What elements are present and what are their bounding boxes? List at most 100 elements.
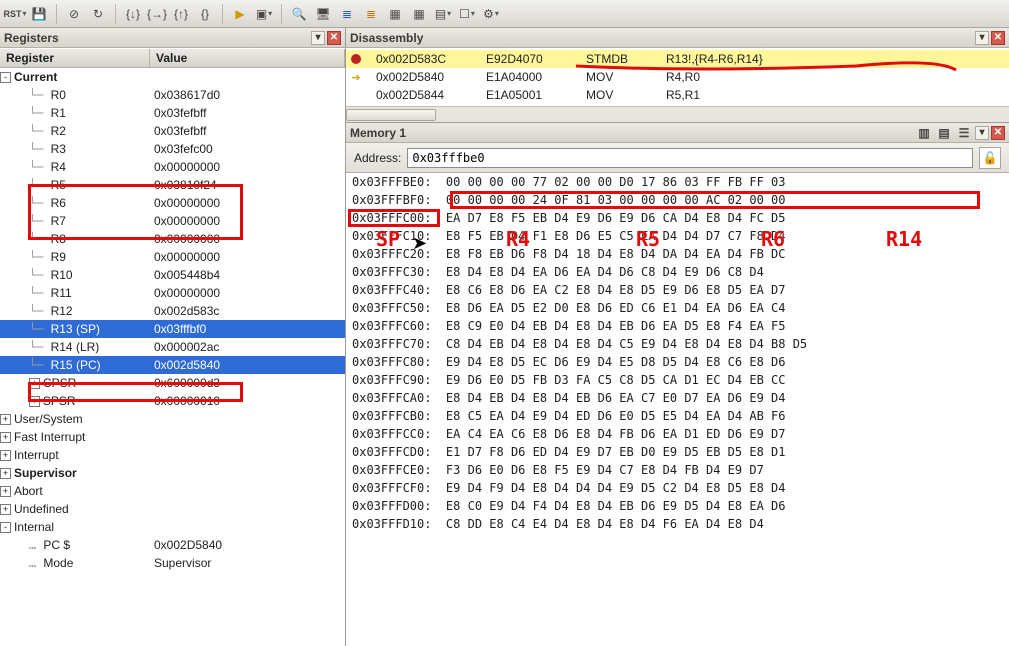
register-row[interactable]: └─ R110x00000000: [0, 284, 345, 302]
register-row[interactable]: +Interrupt: [0, 446, 345, 464]
mem-close-icon[interactable]: ✕: [991, 126, 1005, 140]
expand-icon[interactable]: +: [0, 486, 11, 497]
memory-row[interactable]: 0x03FFFC40: E8 C6 E8 D6 EA C2 E8 D4 E8 D…: [346, 281, 1009, 299]
register-row[interactable]: +Undefined: [0, 500, 345, 518]
register-row[interactable]: +Fast Interrupt: [0, 428, 345, 446]
dis-pin-icon[interactable]: ▾: [975, 31, 989, 45]
memory-row[interactable]: 0x03FFFC20: E8 F8 EB D6 F8 D4 18 D4 E8 D…: [346, 245, 1009, 263]
register-row[interactable]: +Abort: [0, 482, 345, 500]
col-register[interactable]: Register: [0, 49, 150, 67]
run-to-icon[interactable]: {}: [194, 3, 216, 25]
register-row[interactable]: -Current: [0, 68, 345, 86]
register-row[interactable]: └─ R20x03fefbff: [0, 122, 345, 140]
memory-row[interactable]: 0x03FFFC60: E8 C9 E0 D4 EB D4 E8 D4 EB D…: [346, 317, 1009, 335]
col-value[interactable]: Value: [150, 49, 345, 67]
memory-row[interactable]: 0x03FFFBE0: 00 00 00 00 77 02 00 00 D0 1…: [346, 173, 1009, 191]
box-dd-icon[interactable]: ▣: [253, 3, 275, 25]
register-row[interactable]: └─ R60x00000000: [0, 194, 345, 212]
memory-row[interactable]: 0x03FFFC00: EA D7 E8 F5 EB D4 E9 D6 E9 D…: [346, 209, 1009, 227]
mem-ic2[interactable]: ▤: [935, 124, 953, 142]
table-dd-icon[interactable]: ▤: [432, 3, 454, 25]
stop-icon[interactable]: ⊘: [63, 3, 85, 25]
close-icon[interactable]: ✕: [327, 31, 341, 45]
registers-tree[interactable]: Register Value -Current └─ R00x038617d0 …: [0, 48, 345, 646]
window-dd-icon[interactable]: ☐: [456, 3, 478, 25]
memory-row[interactable]: 0x03FFFCB0: E8 C5 EA D4 E9 D4 ED D6 E0 D…: [346, 407, 1009, 425]
register-row[interactable]: └─ R13 (SP)0x03fffbf0: [0, 320, 345, 338]
memory-row[interactable]: 0x03FFFCD0: E1 D7 F8 D6 ED D4 E9 D7 EB D…: [346, 443, 1009, 461]
register-row[interactable]: └─ R30x03fefc00: [0, 140, 345, 158]
step-over-icon[interactable]: {→}: [146, 3, 168, 25]
disassembly-row[interactable]: 0x002D5844E1A05001MOVR5,R1: [346, 86, 1009, 104]
disassembly-row[interactable]: ➔0x002D5840E1A04000MOVR4,R0: [346, 68, 1009, 86]
memory-row[interactable]: 0x03FFFD10: C8 DD E8 C4 E4 D4 E8 D4 E8 D…: [346, 515, 1009, 533]
memory-row[interactable]: 0x03FFFC90: E9 D6 E0 D5 FB D3 FA C5 C8 D…: [346, 371, 1009, 389]
dis-close-icon[interactable]: ✕: [991, 31, 1005, 45]
register-row[interactable]: +CPSR0x600000d3: [0, 374, 345, 392]
mem-ic1[interactable]: ▥: [915, 124, 933, 142]
register-row[interactable]: … ModeSupervisor: [0, 554, 345, 572]
expand-icon[interactable]: +: [0, 432, 11, 443]
save-icon[interactable]: 💾: [28, 3, 50, 25]
search-icon[interactable]: 🔍: [288, 3, 310, 25]
expand-icon[interactable]: +: [0, 450, 11, 461]
breakpoint-icon[interactable]: [351, 54, 361, 64]
mem-pin-icon[interactable]: ▾: [975, 126, 989, 140]
mem-ic3[interactable]: ☰: [955, 124, 973, 142]
sync-icon[interactable]: ↻: [87, 3, 109, 25]
memory-row[interactable]: 0x03FFFCE0: F3 D6 E0 D6 E8 F5 E9 D4 C7 E…: [346, 461, 1009, 479]
register-row[interactable]: └─ R40x00000000: [0, 158, 345, 176]
memory-row[interactable]: 0x03FFFC80: E9 D4 E8 D5 EC D6 E9 D4 E5 D…: [346, 353, 1009, 371]
register-row[interactable]: └─ R50x03810f24: [0, 176, 345, 194]
register-row[interactable]: └─ R90x00000000: [0, 248, 345, 266]
expand-icon[interactable]: -: [0, 522, 11, 533]
register-row[interactable]: └─ R10x03fefbff: [0, 104, 345, 122]
register-row[interactable]: +User/System: [0, 410, 345, 428]
register-row[interactable]: └─ R100x005448b4: [0, 266, 345, 284]
memory-row[interactable]: 0x03FFFCA0: E8 D4 EB D4 E8 D4 EB D6 EA C…: [346, 389, 1009, 407]
expand-icon[interactable]: +: [0, 414, 11, 425]
disassembly-list[interactable]: 0x002D583CE92D4070STMDBR13!,{R4-R6,R14}➔…: [346, 48, 1009, 106]
memory-hex-view[interactable]: 0x03FFFBE0: 00 00 00 00 77 02 00 00 D0 1…: [346, 173, 1009, 646]
rst-button[interactable]: RST: [4, 3, 26, 25]
register-row[interactable]: … PC $0x002D5840: [0, 536, 345, 554]
pc-arrow-icon: ➔: [351, 71, 360, 84]
stack-h-icon[interactable]: ≣: [336, 3, 358, 25]
memory-row[interactable]: 0x03FFFBF0: 00 00 00 00 24 0F 81 03 00 0…: [346, 191, 1009, 209]
register-row[interactable]: └─ R00x038617d0: [0, 86, 345, 104]
register-row[interactable]: └─ R15 (PC)0x002d5840: [0, 356, 345, 374]
memory-row[interactable]: 0x03FFFC10: E8 F5 EB D4 F1 E8 D6 E5 C5 E…: [346, 227, 1009, 245]
expand-icon[interactable]: +: [0, 504, 11, 515]
grid1-icon[interactable]: ▦: [384, 3, 406, 25]
screen-icon[interactable]: 🖥: [312, 3, 334, 25]
dis-hscrollbar[interactable]: [346, 106, 1009, 122]
memory-address-input[interactable]: [407, 148, 973, 168]
grid2-icon[interactable]: ▦: [408, 3, 430, 25]
disassembly-row[interactable]: 0x002D583CE92D4070STMDBR13!,{R4-R6,R14}: [346, 50, 1009, 68]
register-row[interactable]: └─ R70x00000000: [0, 212, 345, 230]
expand-icon[interactable]: +: [29, 378, 40, 389]
register-row[interactable]: +Supervisor: [0, 464, 345, 482]
memory-row[interactable]: 0x03FFFC50: E8 D6 EA D5 E2 D0 E8 D6 ED C…: [346, 299, 1009, 317]
lock-icon[interactable]: 🔓: [979, 147, 1001, 169]
memory-row[interactable]: 0x03FFFCC0: EA C4 EA C6 E8 D6 E8 D4 FB D…: [346, 425, 1009, 443]
expand-icon[interactable]: +: [29, 396, 40, 407]
gear-dd-icon[interactable]: ⚙: [480, 3, 502, 25]
expand-icon[interactable]: +: [0, 468, 11, 479]
stack-v-icon[interactable]: ≣: [360, 3, 382, 25]
memory-row[interactable]: 0x03FFFCF0: E9 D4 F9 D4 E8 D4 D4 D4 E9 D…: [346, 479, 1009, 497]
step-out-icon[interactable]: {↑}: [170, 3, 192, 25]
register-row[interactable]: └─ R120x002d583c: [0, 302, 345, 320]
memory-row[interactable]: 0x03FFFC30: E8 D4 E8 D4 EA D6 EA D4 D6 C…: [346, 263, 1009, 281]
step-into-icon[interactable]: {↓}: [122, 3, 144, 25]
register-row[interactable]: └─ R80x00000000: [0, 230, 345, 248]
expand-icon[interactable]: -: [0, 72, 11, 83]
register-row[interactable]: └─ R14 (LR)0x000002ac: [0, 338, 345, 356]
register-row[interactable]: -Internal: [0, 518, 345, 536]
play-dd-icon[interactable]: ▶: [229, 3, 251, 25]
register-row[interactable]: +SPSR0x00000010: [0, 392, 345, 410]
memory-toolbar: Address: 🔓: [346, 143, 1009, 173]
pin-icon[interactable]: ▾: [311, 31, 325, 45]
memory-row[interactable]: 0x03FFFD00: E8 C0 E9 D4 F4 D4 E8 D4 EB D…: [346, 497, 1009, 515]
memory-row[interactable]: 0x03FFFC70: C8 D4 EB D4 E8 D4 E8 D4 C5 E…: [346, 335, 1009, 353]
